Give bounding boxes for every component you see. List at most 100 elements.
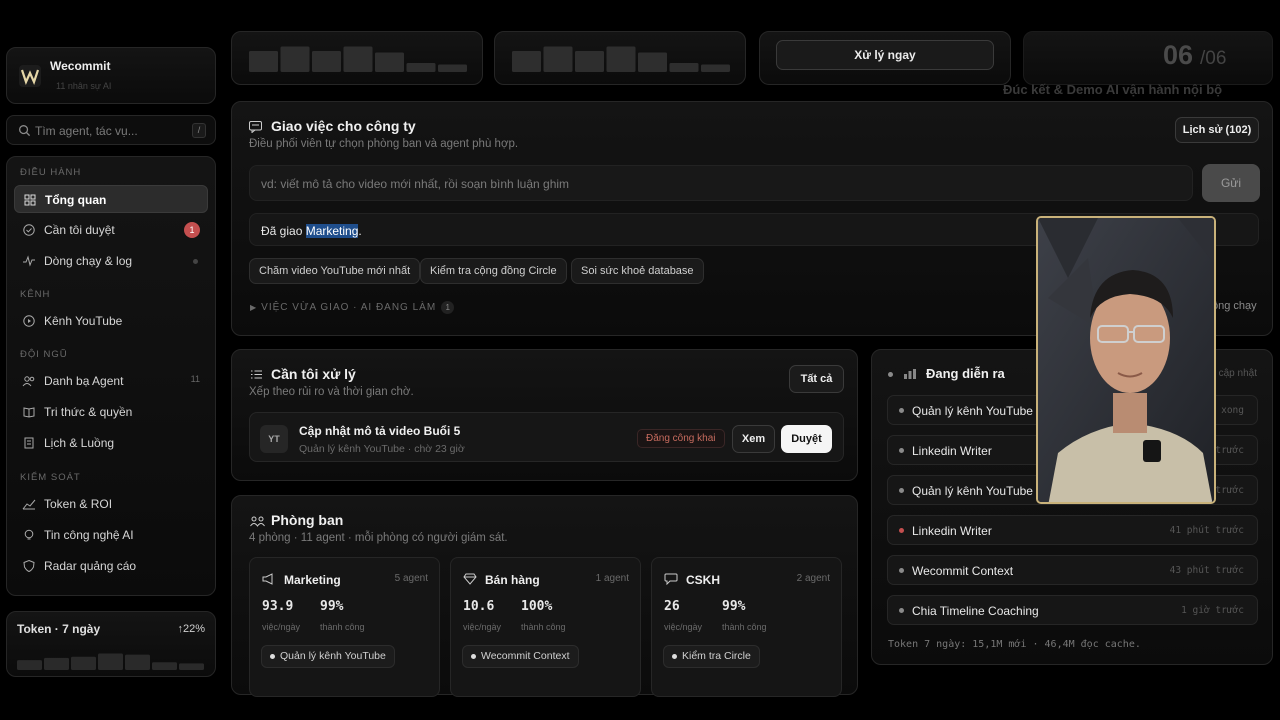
token-week-change: ↑22%	[177, 623, 205, 635]
bar	[98, 653, 123, 670]
dept-card-marketing[interactable]: Marketing 5 agent 93.9 99% việc/ngày thà…	[249, 557, 440, 697]
sidebar-item-tin-cong-nghe[interactable]: Tin công nghệ AI	[14, 521, 208, 549]
sidebar-item-lich-luong[interactable]: Lịch & Luồng	[14, 429, 208, 457]
dept-card-cskh[interactable]: CSKH 2 agent 26 99% việc/ngày thành công…	[651, 557, 842, 697]
recent-tasks-toggle[interactable]: ▶ VIỆC VỪA GIAO · AI ĐANG LÀM 1	[250, 301, 455, 314]
sidebar-item-dong-chay[interactable]: Dòng chạy & log	[14, 247, 208, 275]
send-button[interactable]: Gửi	[1202, 164, 1260, 202]
token-week-sparkbars	[17, 653, 204, 670]
history-button[interactable]: Lịch sử (102)	[1175, 117, 1259, 143]
view-all-button[interactable]: Tất cả	[789, 365, 844, 393]
sidebar-item-token-roi[interactable]: Token & ROI	[14, 490, 208, 518]
lightbulb-icon	[24, 529, 34, 540]
section-kenh: KÊNH	[20, 289, 51, 300]
live-row-time: 41 phút trước	[1169, 525, 1244, 536]
play-icon	[23, 315, 35, 327]
todo-panel: Cần tôi xử lý Xếp theo rủi ro và thời gi…	[231, 349, 858, 481]
top-card-2-bars	[512, 46, 730, 72]
top-card-4	[1023, 31, 1273, 85]
department-title: Phòng ban	[271, 512, 344, 528]
brand-header[interactable]: Wecommit 11 nhân sự AI	[6, 47, 216, 104]
dept-agent-chip[interactable]: Kiểm tra Circle	[663, 645, 760, 668]
sidebar-item-label: Token & ROI	[44, 497, 113, 511]
live-updated: cập nhật	[1218, 368, 1257, 379]
presenter-image	[1038, 218, 1214, 502]
dept-name: Bán hàng	[485, 573, 540, 587]
token-week-card[interactable]: Token · 7 ngày ↑22%	[6, 611, 216, 677]
sidebar-item-radar-quang-cao[interactable]: Radar quảng cáo	[14, 552, 208, 580]
pending-badge: 1	[184, 222, 200, 238]
sidebar-item-label: Tin công nghệ AI	[44, 528, 134, 542]
running-label: ông chạy	[1212, 300, 1257, 312]
dept-success-label: thành công	[521, 622, 566, 632]
live-row-time: trước	[1215, 445, 1244, 456]
sidebar-item-can-toi-duyet[interactable]: Cần tôi duyệt 1	[14, 216, 208, 244]
dept-tasks-per-day: 26	[664, 599, 680, 614]
public-tag: Đăng công khai	[637, 429, 725, 448]
bar	[701, 64, 730, 72]
slide-subtitle: Đúc kết & Demo AI vận hành nội bộ	[1003, 82, 1223, 97]
message-icon	[249, 121, 262, 133]
document-icon	[24, 437, 34, 449]
dept-tasks-per-day: 93.9	[262, 599, 294, 614]
status-dot	[899, 608, 904, 613]
sidebar-item-label: Danh bạ Agent	[44, 374, 124, 388]
sidebar-item-label: Dòng chạy & log	[44, 254, 133, 268]
recent-label: VIỆC VỪA GIAO · AI ĐANG LÀM	[261, 302, 437, 313]
suggest-chip-database[interactable]: Soi sức khoẻ database	[571, 258, 704, 284]
task-prompt-input[interactable]: vd: viết mô tả cho video mới nhất, rồi s…	[249, 165, 1193, 201]
bar	[638, 52, 667, 72]
dept-success-label: thành công	[320, 622, 365, 632]
dept-name: CSKH	[686, 573, 721, 587]
bar	[606, 46, 636, 72]
agent-count: 11	[190, 374, 200, 384]
sidebar-item-tong-quan[interactable]: Tổng quan	[14, 185, 208, 213]
dept-tasks-label: việc/ngày	[664, 622, 703, 632]
brand-name: Wecommit	[50, 59, 111, 73]
approve-button[interactable]: Duyệt	[781, 425, 832, 453]
sidebar-item-label: Tri thức & quyền	[44, 405, 133, 419]
live-row-name: Quản lý kênh YouTube	[912, 404, 1033, 418]
dept-success-rate: 100%	[521, 599, 553, 614]
handle-now-button[interactable]: Xử lý ngay	[776, 40, 994, 70]
search-placeholder[interactable]: Tìm agent, tác vụ...	[35, 124, 138, 138]
top-card-2[interactable]	[494, 31, 746, 85]
dept-tasks-per-day: 10.6	[463, 599, 495, 614]
megaphone-icon	[262, 573, 273, 585]
live-title: Đang diễn ra	[926, 366, 1005, 381]
live-dot	[888, 372, 893, 377]
bar	[44, 657, 69, 670]
dept-card-ban-hang[interactable]: Bán hàng 1 agent 10.6 100% việc/ngày thà…	[450, 557, 641, 697]
suggest-chip-youtube[interactable]: Chăm video YouTube mới nhất	[249, 258, 421, 284]
brand-subtitle: 11 nhân sự AI	[56, 81, 112, 91]
sidebar-item-danh-ba-agent[interactable]: Danh bạ Agent 11	[14, 367, 208, 395]
dept-agent-count: 1 agent	[595, 573, 629, 584]
status-dot-error	[899, 528, 904, 533]
dept-success-rate: 99%	[722, 599, 746, 614]
live-row-time: 1 giờ trước	[1181, 605, 1244, 616]
search-box[interactable]: Tìm agent, tác vụ... /	[6, 115, 216, 145]
chat-icon	[664, 573, 678, 585]
bar	[575, 51, 604, 72]
shield-icon	[23, 559, 35, 573]
book-icon	[23, 407, 35, 418]
top-card-1[interactable]	[231, 31, 483, 85]
live-row[interactable]: Linkedin Writer 41 phút trước	[887, 515, 1258, 545]
bar	[543, 46, 573, 72]
todo-title: Cần tôi xử lý	[271, 366, 356, 382]
sidebar-item-kenh-youtube[interactable]: Kênh YouTube	[14, 307, 208, 335]
section-kiem-soat: KIỂM SOÁT	[20, 472, 81, 483]
sidebar-item-tri-thuc[interactable]: Tri thức & quyền	[14, 398, 208, 426]
live-row[interactable]: Chia Timeline Coaching 1 giờ trước	[887, 595, 1258, 625]
view-button[interactable]: Xem	[732, 425, 775, 453]
bar	[375, 52, 404, 72]
task-meta: Quản lý kênh YouTube · chờ 23 giờ	[299, 443, 465, 455]
dept-agent-chip[interactable]: Wecommit Context	[462, 645, 579, 668]
assigned-dept[interactable]: Marketing	[305, 224, 359, 238]
suggest-chip-circle[interactable]: Kiểm tra cộng đồng Circle	[420, 258, 567, 284]
dept-agent-chip[interactable]: Quản lý kênh YouTube	[261, 645, 395, 668]
live-row[interactable]: Wecommit Context 43 phút trước	[887, 555, 1258, 585]
live-row-name: Linkedin Writer	[912, 524, 992, 538]
assigned-prefix: Đã giao	[261, 224, 306, 238]
task-row[interactable]: YT Cập nhật mô tả video Buổi 5 Quản lý k…	[249, 412, 844, 462]
